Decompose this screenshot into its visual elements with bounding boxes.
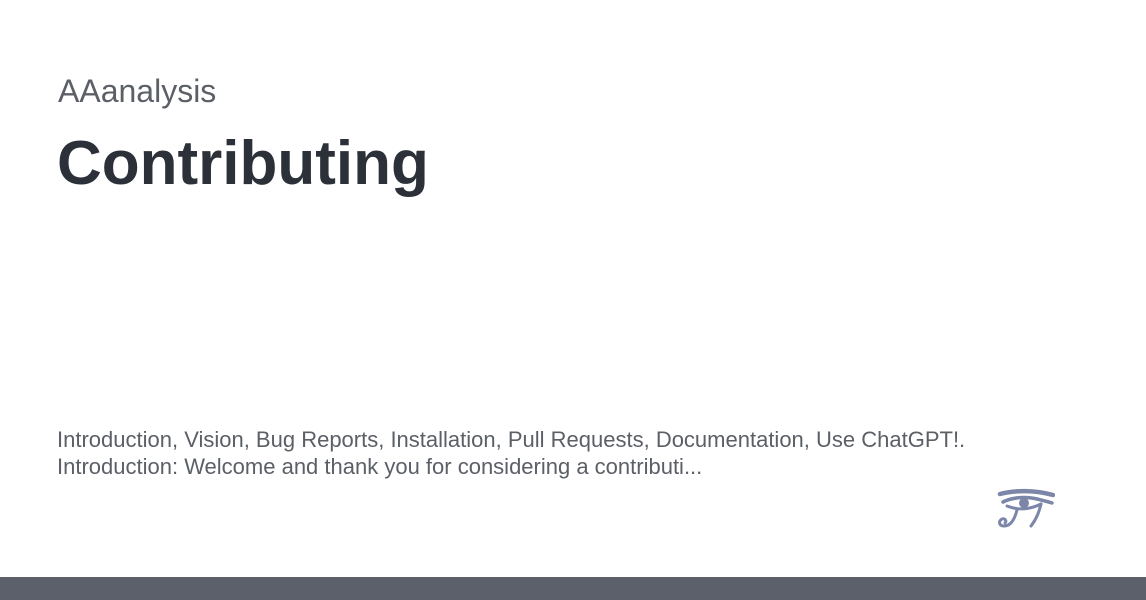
eye-of-horus-svg bbox=[997, 488, 1056, 528]
eye-pupil bbox=[1019, 498, 1029, 508]
eye-spiral bbox=[998, 508, 1019, 528]
eye-of-horus-icon bbox=[997, 488, 1056, 532]
page-description: Introduction, Vision, Bug Reports, Insta… bbox=[57, 426, 1057, 480]
project-name: AAanalysis bbox=[58, 73, 217, 109]
eye-brow bbox=[997, 488, 1056, 498]
footer-bar bbox=[0, 577, 1146, 600]
description-line-1: Introduction, Vision, Bug Reports, Insta… bbox=[57, 427, 966, 452]
page-title: Contributing bbox=[57, 129, 429, 198]
description-line-2: Introduction: Welcome and thank you for … bbox=[57, 454, 703, 479]
